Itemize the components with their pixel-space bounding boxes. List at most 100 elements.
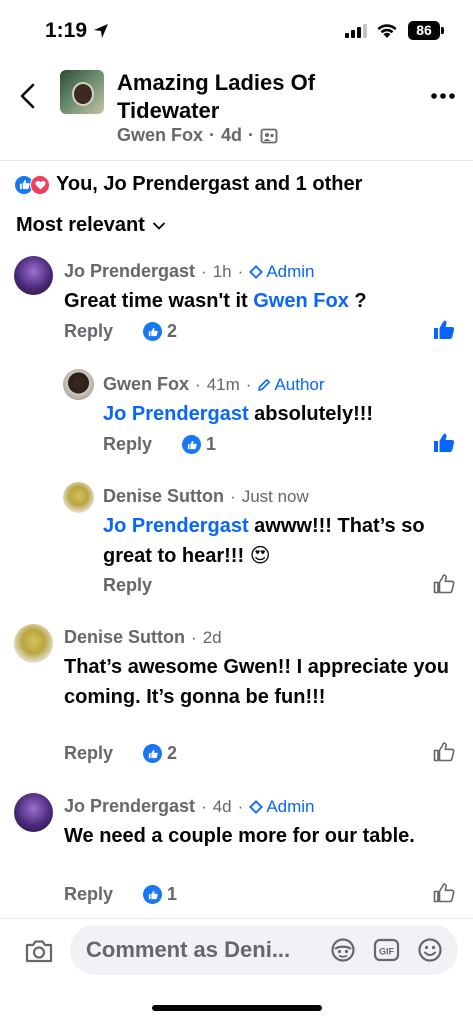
sort-label: Most relevant [16, 214, 145, 236]
meta-separator: · [201, 261, 207, 281]
commenter-name[interactable]: Denise Sutton [64, 627, 185, 648]
avatar[interactable] [14, 793, 53, 832]
battery-level: 86 [408, 21, 440, 40]
meta-separator: · [209, 125, 216, 145]
reply-button[interactable]: Reply [64, 884, 113, 905]
avatar-sticker-icon[interactable] [330, 937, 356, 963]
pencil-icon [258, 378, 271, 391]
reactions-summary[interactable]: You, Jo Prendergast and 1 other [14, 173, 362, 196]
mention-link[interactable]: Jo Prendergast [103, 403, 249, 425]
comment-actions: Reply 1 [103, 434, 216, 455]
badge-label: Author [274, 374, 325, 394]
like-count[interactable]: 2 [143, 743, 177, 764]
meta-separator: · [248, 125, 255, 145]
avatar[interactable] [63, 482, 94, 513]
comment-time: 2d [202, 627, 222, 647]
admin-diamond-icon [249, 264, 264, 279]
admin-badge[interactable]: Admin [249, 796, 315, 817]
love-reaction-icon [30, 174, 50, 195]
admin-badge[interactable]: Admin [249, 261, 315, 282]
wifi-icon [377, 24, 397, 38]
meta-separator: · [201, 796, 207, 816]
sort-dropdown[interactable]: Most relevant [16, 214, 165, 237]
like-outline-icon[interactable] [433, 741, 455, 763]
status-time: 1:19 [45, 19, 88, 42]
like-count-value: 1 [206, 434, 217, 454]
camera-icon[interactable] [24, 938, 54, 964]
mention-link[interactable]: Gwen Fox [253, 290, 349, 312]
comment-text: We need a couple more for our table. [64, 825, 415, 847]
comment-actions: Reply 2 [64, 321, 177, 342]
like-count-icon [143, 744, 163, 763]
like-count-icon [143, 322, 163, 341]
like-count[interactable]: 2 [143, 321, 177, 342]
comment-time: 41m [206, 374, 240, 394]
location-arrow-icon [94, 24, 108, 38]
emoji-icon[interactable] [417, 937, 443, 963]
comment-time: 4d [212, 796, 232, 816]
comment-header: Denise Sutton · 2d [64, 627, 222, 648]
meta-separator: · [245, 374, 252, 394]
more-options-icon[interactable] [430, 83, 456, 109]
like-count-value: 2 [167, 321, 178, 341]
mention-link[interactable]: Jo Prendergast [103, 515, 249, 537]
like-count-value: 2 [167, 743, 178, 763]
heart-eyes-emoji: 😍 [249, 545, 271, 567]
comment-header: Gwen Fox · 41m · Author [103, 374, 325, 395]
comment-header: Jo Prendergast · 4d · Admin [64, 796, 315, 817]
comment-text: Jo Prendergast awww!!! That’s so great t… [103, 511, 448, 571]
members-icon [260, 128, 278, 143]
comment-header: Jo Prendergast · 1h · Admin [64, 261, 315, 282]
post-age: 4d [221, 125, 243, 145]
commenter-name[interactable]: Jo Prendergast [64, 261, 195, 282]
group-thumbnail-face [72, 82, 94, 106]
home-indicator [152, 1005, 322, 1011]
meta-separator: · [237, 796, 244, 816]
reactions-text: You, Jo Prendergast and 1 other [56, 173, 363, 195]
commenter-name[interactable]: Jo Prendergast [64, 796, 195, 817]
gif-icon[interactable]: GIF [373, 937, 400, 963]
like-count[interactable]: 1 [143, 884, 177, 905]
badge-label: Admin [266, 261, 315, 281]
like-count-value: 1 [167, 884, 178, 904]
comment-text: That’s awesome Gwen!! I appreciate you c… [64, 656, 449, 708]
author-badge[interactable]: Author [257, 374, 325, 395]
comment-actions: Reply 2 [64, 743, 177, 764]
like-outline-icon[interactable] [433, 882, 455, 904]
group-title[interactable]: Amazing Ladies Of Tidewater [117, 69, 377, 125]
comment-text-part: Great time wasn't it [64, 290, 254, 312]
back-chevron-icon[interactable] [18, 82, 38, 110]
comment-time: 1h [212, 261, 232, 281]
avatar[interactable] [63, 369, 94, 400]
like-count-icon [182, 435, 202, 454]
like-count-icon [143, 885, 163, 904]
avatar[interactable] [14, 624, 53, 663]
comment-text-part: absolutely!!! [248, 403, 374, 425]
commenter-name[interactable]: Gwen Fox [103, 374, 189, 395]
reply-button[interactable]: Reply [64, 743, 113, 764]
badge-label: Admin [266, 796, 315, 816]
post-author[interactable]: Gwen Fox [117, 125, 203, 146]
comment-text: Jo Prendergast absolutely!!! [103, 399, 443, 429]
comment-header: Denise Sutton · Just now [103, 486, 309, 507]
admin-diamond-icon [249, 799, 264, 814]
chevron-down-icon [153, 222, 165, 230]
like-filled-icon[interactable] [433, 432, 455, 454]
reply-button[interactable]: Reply [103, 434, 152, 455]
commenter-name[interactable]: Denise Sutton [103, 486, 224, 507]
like-filled-icon[interactable] [433, 319, 455, 341]
like-count[interactable]: 1 [182, 434, 216, 455]
reply-button[interactable]: Reply [64, 321, 113, 342]
battery-tip [441, 27, 444, 34]
group-thumbnail[interactable] [60, 70, 104, 114]
reply-button[interactable]: Reply [103, 575, 152, 596]
like-outline-icon[interactable] [433, 573, 455, 595]
comment-actions: Reply [103, 575, 152, 596]
comment-actions: Reply 1 [64, 884, 177, 905]
comment-text-part: ? [348, 290, 367, 312]
avatar[interactable] [14, 256, 53, 295]
comment-text: Great time wasn't it Gwen Fox ? [64, 286, 444, 316]
meta-separator: · [195, 374, 201, 394]
comment-placeholder[interactable]: Comment as Deni... [86, 937, 290, 963]
svg-text:GIF: GIF [379, 947, 395, 957]
